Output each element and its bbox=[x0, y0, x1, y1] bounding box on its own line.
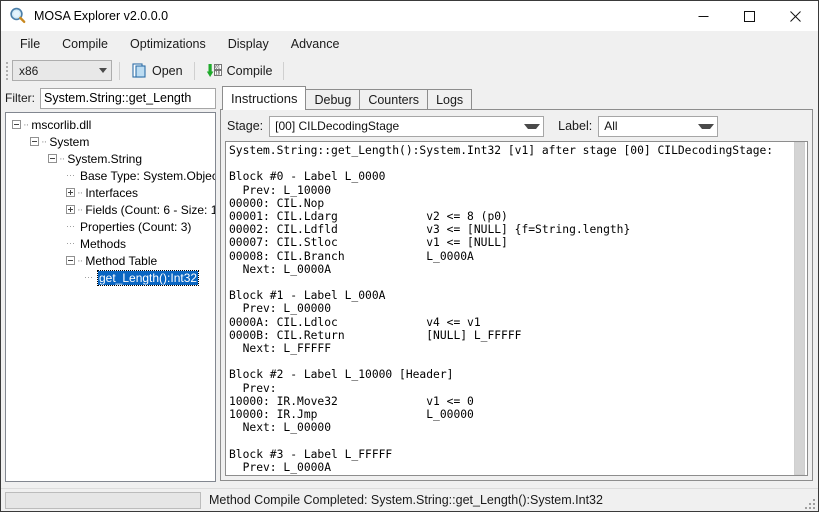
label-label: Label: bbox=[558, 119, 593, 133]
menu-optimizations[interactable]: Optimizations bbox=[119, 33, 217, 55]
toolbar-separator-2 bbox=[193, 61, 195, 80]
tree-node-label: Method Table bbox=[85, 253, 158, 268]
expand-icon[interactable] bbox=[66, 188, 75, 197]
tree-node-system[interactable]: ·· System bbox=[6, 133, 215, 150]
chevron-down-icon bbox=[99, 68, 107, 73]
tree-node-base-type[interactable]: ⋯ Base Type: System.Object bbox=[6, 167, 215, 184]
window-title: MOSA Explorer v2.0.0.0 bbox=[34, 9, 169, 23]
tool-bar: x86 Open 01 10 Compile bbox=[1, 57, 818, 84]
tree-node-label: System.String bbox=[67, 151, 143, 166]
tab-logs[interactable]: Logs bbox=[427, 89, 473, 110]
chevron-down-icon bbox=[524, 123, 541, 129]
instruction-listing[interactable]: System.String::get_Length():System.Int32… bbox=[225, 141, 808, 476]
tree-leaf-icon: ⋯ bbox=[66, 170, 75, 180]
collapse-icon[interactable] bbox=[66, 256, 75, 265]
left-pane: Filter: ·· mscorlib.dll ·· System ·· bbox=[1, 84, 220, 488]
open-button-label: Open bbox=[152, 63, 183, 78]
filter-row: Filter: bbox=[5, 87, 220, 109]
menu-compile[interactable]: Compile bbox=[51, 33, 119, 55]
menu-bar: File Compile Optimizations Display Advan… bbox=[1, 31, 818, 57]
label-select[interactable]: All bbox=[598, 115, 719, 137]
maximize-button[interactable] bbox=[726, 1, 772, 31]
application-window: MOSA Explorer v2.0.0.0 File Compile Opti… bbox=[0, 0, 819, 512]
tab-counters[interactable]: Counters bbox=[359, 89, 429, 110]
open-button[interactable]: Open bbox=[127, 60, 187, 82]
scrollbar-thumb[interactable] bbox=[794, 142, 805, 475]
tab-strip: Instructions Debug Counters Logs bbox=[220, 86, 813, 110]
stage-select-value: [00] CILDecodingStage bbox=[275, 119, 400, 133]
tab-debug[interactable]: Debug bbox=[305, 89, 361, 110]
label-select-value: All bbox=[604, 119, 618, 133]
tree-node-label: get_Length():Int32 bbox=[96, 269, 200, 286]
menu-advance[interactable]: Advance bbox=[280, 33, 351, 55]
stage-select[interactable]: [00] CILDecodingStage bbox=[269, 115, 545, 137]
tree-node-method-table[interactable]: ·· Method Table bbox=[6, 252, 215, 269]
tree-connector: ·· bbox=[41, 135, 47, 148]
tree-leaf-icon: ⋯ bbox=[66, 238, 75, 248]
menu-display[interactable]: Display bbox=[217, 33, 280, 55]
architecture-select[interactable]: x86 bbox=[12, 60, 112, 81]
chevron-down-icon bbox=[698, 123, 715, 129]
stage-label: Stage: bbox=[227, 119, 264, 133]
tree-node-label: Interfaces bbox=[85, 185, 139, 200]
compile-arrow-icon: 01 10 bbox=[206, 62, 223, 79]
magnifier-icon bbox=[8, 6, 28, 26]
tree-connector: ·· bbox=[23, 118, 29, 131]
architecture-value: x86 bbox=[19, 63, 39, 78]
title-bar: MOSA Explorer v2.0.0.0 bbox=[1, 1, 818, 31]
toolbar-separator-3 bbox=[283, 61, 285, 80]
tree-node-label: System bbox=[49, 134, 90, 149]
collapse-icon[interactable] bbox=[30, 137, 39, 146]
tree-connector: ·· bbox=[77, 186, 83, 199]
compile-button[interactable]: 01 10 Compile bbox=[202, 60, 277, 82]
tree-node-methods[interactable]: ⋯ Methods bbox=[6, 235, 215, 252]
tree-connector: ·· bbox=[77, 203, 83, 216]
instruction-text: System.String::get_Length():System.Int32… bbox=[229, 144, 774, 475]
tree-leaf-icon: ⋯ bbox=[66, 221, 75, 231]
close-button[interactable] bbox=[772, 1, 818, 31]
open-folder-icon bbox=[131, 62, 148, 79]
toolbar-separator bbox=[119, 61, 120, 80]
main-body: Filter: ·· mscorlib.dll ·· System ·· bbox=[1, 84, 818, 488]
expand-icon[interactable] bbox=[66, 205, 75, 214]
filter-input[interactable] bbox=[40, 87, 216, 109]
tree-node-label: mscorlib.dll bbox=[31, 117, 92, 132]
toolbar-grip[interactable] bbox=[4, 61, 10, 80]
tab-instructions[interactable]: Instructions bbox=[222, 86, 307, 110]
status-bar: Method Compile Completed: System.String:… bbox=[1, 488, 818, 511]
collapse-icon[interactable] bbox=[12, 120, 21, 129]
svg-text:01: 01 bbox=[215, 65, 220, 70]
instruction-vertical-scrollbar[interactable] bbox=[791, 142, 807, 475]
resize-grip[interactable] bbox=[802, 496, 815, 509]
tree-node-mscorlib[interactable]: ·· mscorlib.dll bbox=[6, 116, 215, 133]
assembly-tree[interactable]: ·· mscorlib.dll ·· System ·· System.Stri… bbox=[5, 112, 216, 482]
tree-node-label: Methods bbox=[80, 236, 127, 251]
compile-button-label: Compile bbox=[226, 63, 273, 78]
tree-node-label: Properties (Count: 3) bbox=[80, 219, 192, 234]
collapse-icon[interactable] bbox=[48, 154, 57, 163]
window-controls bbox=[680, 1, 818, 31]
tree-connector: ·· bbox=[77, 254, 83, 267]
tree-node-label: Fields (Count: 6 - Size: 16) bbox=[85, 202, 216, 217]
filter-label: Filter: bbox=[5, 91, 35, 105]
minimize-button[interactable] bbox=[680, 1, 726, 31]
tree-node-system-string[interactable]: ·· System.String bbox=[6, 150, 215, 167]
svg-text:10: 10 bbox=[215, 71, 220, 76]
tree-leaf-icon: ⋯ bbox=[84, 272, 93, 282]
right-pane: Instructions Debug Counters Logs Stage: … bbox=[220, 84, 818, 488]
stage-filter-row: Stage: [00] CILDecodingStage Label: All bbox=[225, 115, 808, 137]
tree-node-properties[interactable]: ⋯ Properties (Count: 3) bbox=[6, 218, 215, 235]
tree-node-get-length[interactable]: ⋯ get_Length():Int32 bbox=[6, 269, 215, 286]
progress-bar bbox=[5, 491, 201, 509]
tree-node-label: Base Type: System.Object bbox=[80, 168, 216, 183]
tree-connector: ·· bbox=[59, 152, 65, 165]
instructions-panel: Stage: [00] CILDecodingStage Label: All … bbox=[220, 109, 813, 481]
tree-node-interfaces[interactable]: ·· Interfaces bbox=[6, 184, 215, 201]
tree-node-fields[interactable]: ·· Fields (Count: 6 - Size: 16) bbox=[6, 201, 215, 218]
menu-file[interactable]: File bbox=[9, 33, 51, 55]
status-message: Method Compile Completed: System.String:… bbox=[209, 493, 603, 507]
